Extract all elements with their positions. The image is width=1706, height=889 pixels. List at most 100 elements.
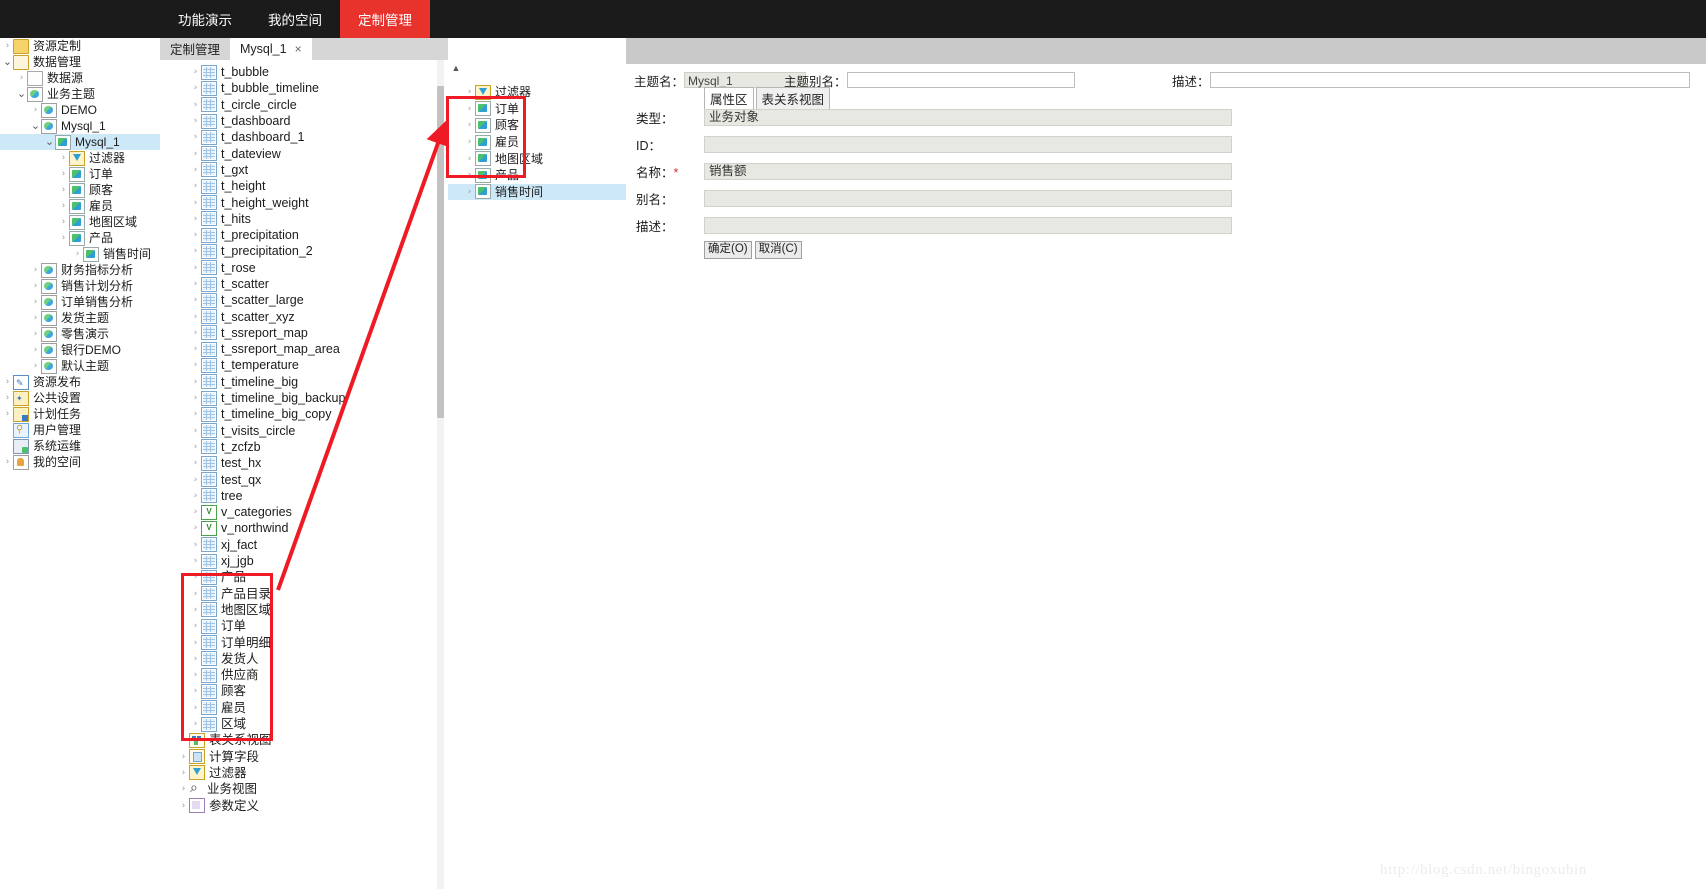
chevron-down-icon[interactable]: ⌄ xyxy=(16,88,27,99)
tree-item[interactable]: › 地图区域 xyxy=(0,214,160,230)
chevron-right-icon[interactable]: › xyxy=(30,102,41,118)
chevron-right-icon[interactable]: › xyxy=(464,167,475,183)
chevron-right-icon[interactable]: › xyxy=(190,162,201,178)
chevron-right-icon[interactable]: › xyxy=(190,211,201,227)
chevron-right-icon[interactable]: › xyxy=(190,357,201,373)
tree-item[interactable]: › t_scatter_xyz xyxy=(160,308,448,325)
tree-item[interactable]: › 零售演示 xyxy=(0,326,160,342)
chevron-right-icon[interactable]: › xyxy=(30,358,41,374)
chevron-right-icon[interactable]: › xyxy=(58,198,69,214)
tree-item[interactable]: › xj_jgb xyxy=(160,553,448,569)
tree-item[interactable]: › t_timeline_big xyxy=(160,374,448,390)
chevron-right-icon[interactable]: › xyxy=(190,716,201,732)
chevron-right-icon[interactable]: › xyxy=(190,635,201,651)
chevron-right-icon[interactable]: › xyxy=(30,278,41,294)
tree-item[interactable]: › 订单明细 xyxy=(160,634,448,651)
chevron-right-icon[interactable]: › xyxy=(190,455,201,471)
chevron-right-icon[interactable]: › xyxy=(190,292,201,308)
table-list-scrollbar[interactable] xyxy=(437,60,444,889)
chevron-right-icon[interactable]: › xyxy=(190,537,201,553)
chevron-right-icon[interactable]: › xyxy=(2,374,13,390)
property-value-id[interactable] xyxy=(704,135,1232,153)
chevron-right-icon[interactable]: › xyxy=(190,80,201,96)
nav-item-custom-management[interactable]: 定制管理 xyxy=(340,0,430,38)
chevron-right-icon[interactable]: › xyxy=(2,454,13,470)
tree-item[interactable]: › 计算字段 xyxy=(160,748,448,765)
chevron-right-icon[interactable]: › xyxy=(190,553,201,569)
chevron-right-icon[interactable]: › xyxy=(2,38,13,54)
tree-item[interactable]: › 顾客 xyxy=(448,117,626,134)
tree-item[interactable]: › test_qx xyxy=(160,471,448,488)
chevron-right-icon[interactable]: › xyxy=(30,262,41,278)
chevron-right-icon[interactable]: › xyxy=(190,243,201,259)
chevron-right-icon[interactable]: › xyxy=(190,227,201,243)
property-value-alias[interactable] xyxy=(704,189,1232,207)
tab-custom-management[interactable]: 定制管理 xyxy=(160,40,230,60)
nav-item-function-demo[interactable]: 功能演示 xyxy=(160,0,250,38)
table-tree-panel[interactable]: 定制管理 Mysql_1 × › t_bubble › t_bubble_timelin… xyxy=(160,38,449,889)
chevron-right-icon[interactable]: › xyxy=(190,129,201,145)
tree-item[interactable]: › t_timeline_big_copy xyxy=(160,406,448,422)
tree-item[interactable]: 系统运维 xyxy=(0,438,160,454)
tree-item[interactable]: › t_height_weight xyxy=(160,194,448,211)
chevron-right-icon[interactable]: › xyxy=(190,325,201,341)
tree-item[interactable]: › t_scatter_large xyxy=(160,292,448,308)
tree-item[interactable]: ⌄ 业务主题 xyxy=(0,86,160,102)
tree-item[interactable]: ⌄ Mysql_1 xyxy=(0,134,160,150)
tree-item[interactable]: › t_bubble xyxy=(160,64,448,80)
chevron-right-icon[interactable]: › xyxy=(190,178,201,194)
tree-item[interactable]: › 资源发布 xyxy=(0,374,160,391)
chevron-right-icon[interactable]: › xyxy=(190,276,201,292)
tree-item[interactable]: › 雇员 xyxy=(0,198,160,214)
chevron-right-icon[interactable]: › xyxy=(30,310,41,326)
chevron-right-icon[interactable]: › xyxy=(178,749,189,765)
chevron-right-icon[interactable]: › xyxy=(190,504,201,520)
tree-item[interactable]: › 我的空间 xyxy=(0,454,160,470)
chevron-right-icon[interactable]: › xyxy=(190,700,201,716)
topic-tree-panel[interactable]: ▲ › 过滤器 › 订单 › 顾客 › 雇员 › 地图区域 › 产品 › 销售时间 xyxy=(448,38,636,889)
tree-item[interactable]: › tree xyxy=(160,488,448,504)
collapse-icon[interactable]: ▲ xyxy=(450,62,462,74)
tree-item[interactable]: › 顾客 xyxy=(0,182,160,198)
chevron-right-icon[interactable]: › xyxy=(58,182,69,198)
tree-item[interactable]: › 区域 xyxy=(160,716,448,732)
tree-item[interactable]: › t_precipitation_2 xyxy=(160,243,448,259)
chevron-right-icon[interactable]: › xyxy=(30,326,41,342)
tree-item[interactable]: › 过滤器 xyxy=(448,84,626,101)
chevron-right-icon[interactable]: › xyxy=(464,151,475,167)
tree-item[interactable]: › t_dashboard xyxy=(160,113,448,129)
tree-item[interactable]: › 默认主题 xyxy=(0,358,160,374)
tree-item[interactable]: › t_rose xyxy=(160,260,448,276)
chevron-right-icon[interactable]: › xyxy=(58,214,69,230)
tree-item[interactable]: › t_dashboard_1 xyxy=(160,129,448,145)
tab-mysql-1[interactable]: Mysql_1 × xyxy=(230,38,312,60)
tree-item[interactable]: › 过滤器 xyxy=(160,765,448,781)
tree-item[interactable]: › 销售时间 xyxy=(448,183,636,201)
tree-item[interactable]: › 计划任务 xyxy=(0,406,160,422)
tree-item[interactable]: › 地图区域 xyxy=(160,602,448,618)
tree-item[interactable]: › 业务视图 xyxy=(160,779,448,797)
chevron-right-icon[interactable]: › xyxy=(190,602,201,618)
chevron-right-icon[interactable]: › xyxy=(2,406,13,422)
chevron-right-icon[interactable]: › xyxy=(190,113,201,129)
chevron-right-icon[interactable]: › xyxy=(190,390,201,406)
tree-item[interactable]: › t_temperature xyxy=(160,357,448,373)
tree-item[interactable]: ⌄ 数据管理 xyxy=(0,54,160,70)
chevron-right-icon[interactable]: › xyxy=(58,166,69,182)
chevron-right-icon[interactable]: › xyxy=(464,84,475,100)
tree-item[interactable]: › 产品 xyxy=(160,569,448,585)
chevron-right-icon[interactable]: › xyxy=(178,765,189,781)
tree-item[interactable]: › test_hx xyxy=(160,455,448,471)
tree-item[interactable]: › 销售计划分析 xyxy=(0,278,160,294)
tree-item[interactable]: › DEMO xyxy=(0,102,160,118)
tree-item[interactable]: › t_ssreport_map xyxy=(160,325,448,341)
tree-item[interactable]: › 产品 xyxy=(448,167,626,184)
chevron-right-icon[interactable]: › xyxy=(58,150,69,166)
tree-item[interactable]: › t_timeline_big_backup xyxy=(160,390,448,406)
tree-item[interactable]: › t_precipitation xyxy=(160,227,448,243)
chevron-right-icon[interactable]: › xyxy=(190,374,201,390)
close-icon[interactable]: × xyxy=(295,42,302,56)
tree-item[interactable]: › 过滤器 xyxy=(0,150,160,166)
nav-item-my-space[interactable]: 我的空间 xyxy=(250,0,340,38)
tree-item[interactable]: 用户管理 xyxy=(0,422,160,438)
